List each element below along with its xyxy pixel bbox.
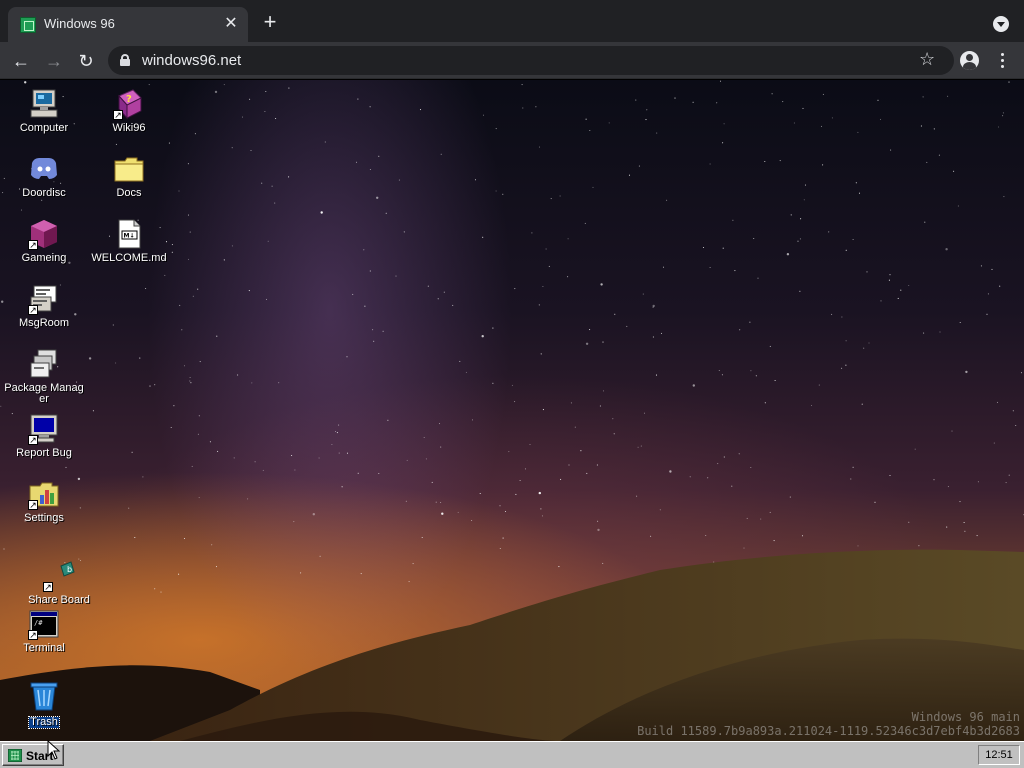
desktop-icon-label: Gameing	[21, 252, 67, 264]
shortcut-arrow-icon: ↗	[28, 305, 38, 315]
desktop-icon-label: Wiki96	[112, 122, 146, 134]
windows96-logo-icon	[8, 749, 22, 762]
tab-search-icon[interactable]	[993, 16, 1009, 32]
build-watermark-line1: Windows 96 main	[911, 710, 1020, 724]
taskbar: Start 12:51	[0, 741, 1024, 768]
shortcut-arrow-icon: ↗	[28, 630, 38, 640]
markdown-file-icon: M↓	[113, 218, 145, 250]
desktop-icon-label: Terminal	[23, 642, 65, 654]
desktop-icon-welcome[interactable]: M↓ WELCOME.md	[89, 218, 169, 264]
reload-button[interactable]: ↻	[73, 48, 99, 74]
desktop-icon-label: MsgRoom	[18, 317, 70, 329]
system-tray-clock[interactable]: 12:51	[978, 745, 1020, 765]
url-text[interactable]: windows96.net	[142, 52, 241, 69]
package-icon	[28, 348, 60, 380]
browser-menu-icon[interactable]	[996, 52, 1008, 70]
desktop-icon-computer[interactable]: Computer	[4, 88, 84, 134]
desktop[interactable]: Computer Doordisc ↗ Gameing ↗ MsgRoom Pa…	[0, 80, 1024, 741]
desktop-icon-package-manager[interactable]: Package Manager	[4, 348, 84, 405]
windows96-favicon-icon	[20, 17, 36, 33]
trash-icon	[28, 680, 60, 712]
svg-text:/#: /#	[34, 619, 43, 627]
desktop-icon-msgroom[interactable]: ↗ MsgRoom	[4, 283, 84, 329]
desktop-icon-label: Package Manager	[4, 382, 84, 405]
desktop-icon-label: Docs	[116, 187, 142, 199]
address-bar[interactable]: windows96.net ☆	[108, 46, 954, 75]
shortcut-arrow-icon: ↗	[113, 110, 123, 120]
desktop-icon-doordisc[interactable]: Doordisc	[4, 153, 84, 199]
desktop-icon-wiki96[interactable]: ? ↗ Wiki96	[89, 88, 169, 134]
lock-icon[interactable]	[120, 54, 130, 66]
build-watermark-line2: Build 11589.7b9a893a.211024-1119.52346c3…	[637, 724, 1020, 738]
desktop-icon-report-bug[interactable]: ↗ Report Bug	[4, 413, 84, 459]
desktop-icon-docs[interactable]: Docs	[89, 153, 169, 199]
desktop-icon-trash[interactable]: Trash	[4, 680, 84, 730]
terminal-icon: /# ↗	[28, 608, 60, 640]
desktop-icon-share-board[interactable]: b ↗ Share Board	[19, 560, 99, 606]
tab-title: Windows 96	[44, 16, 115, 31]
svg-text:M↓: M↓	[124, 233, 135, 240]
new-tab-button[interactable]: +	[259, 11, 281, 34]
cube-icon: ↗	[28, 218, 60, 250]
desktop-icon-gameing[interactable]: ↗ Gameing	[4, 218, 84, 264]
shortcut-arrow-icon: ↗	[43, 582, 53, 592]
desktop-icon-label: Report Bug	[16, 447, 72, 459]
desktop-icon-label: Doordisc	[22, 187, 66, 199]
folder-icon	[113, 153, 145, 185]
desktop-icon-label: Computer	[19, 122, 69, 134]
mouse-cursor-icon	[47, 740, 61, 760]
desktop-icon-label: WELCOME.md	[91, 252, 167, 264]
share-board-icon: b ↗	[43, 560, 75, 592]
svg-text:?: ?	[126, 94, 132, 105]
shortcut-arrow-icon: ↗	[28, 435, 38, 445]
svg-text:b: b	[67, 565, 72, 574]
browser-tab-strip: Windows 96 ✕ +	[0, 0, 1024, 42]
desktop-icon-label: Share Board	[28, 594, 90, 606]
desktop-icon-label: Trash	[28, 716, 60, 729]
browser-toolbar: ← → ↻ windows96.net ☆	[0, 42, 1024, 79]
desktop-icon-terminal[interactable]: /# ↗ Terminal	[4, 608, 84, 654]
desktop-icon-settings[interactable]: ↗ Settings	[4, 478, 84, 524]
book-icon: ? ↗	[113, 88, 145, 120]
bookmark-star-icon[interactable]: ☆	[919, 49, 935, 70]
desktop-icon-label: Settings	[24, 512, 64, 524]
monitor-icon: ↗	[28, 413, 60, 445]
browser-tab[interactable]: Windows 96 ✕	[8, 7, 248, 42]
shortcut-arrow-icon: ↗	[28, 500, 38, 510]
back-button[interactable]: ←	[8, 48, 34, 74]
forward-button[interactable]: →	[41, 48, 67, 74]
discord-icon	[28, 153, 60, 185]
shortcut-arrow-icon: ↗	[28, 240, 38, 250]
tab-close-icon[interactable]: ✕	[222, 15, 240, 33]
computer-icon	[28, 88, 60, 120]
profile-icon[interactable]	[960, 51, 979, 70]
chat-icon: ↗	[28, 283, 60, 315]
settings-folder-icon: ↗	[28, 478, 60, 510]
